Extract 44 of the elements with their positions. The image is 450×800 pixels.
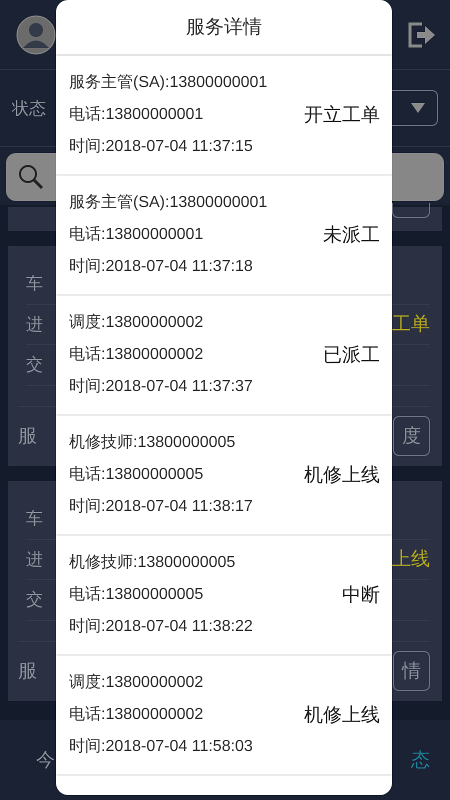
- record-time: 时间:2018-07-04 11:37:18: [69, 256, 254, 277]
- record-status: 已派工: [323, 343, 380, 368]
- service-label: 服: [18, 659, 37, 684]
- record-status: 中断: [342, 583, 380, 608]
- record-time: 时间:2018-07-04 11:58:03: [69, 736, 253, 757]
- record-role: 调度:13800000002: [69, 312, 204, 333]
- record-time: 时间:2018-07-04 11:38:22: [69, 616, 253, 637]
- plate-label: 车: [26, 273, 43, 296]
- record-status: 开立工单: [304, 103, 380, 128]
- card-action-button[interactable]: 度: [393, 416, 430, 456]
- record-role: 服务主管(SA):13800000001: [69, 192, 268, 213]
- card-action-button[interactable]: 情: [393, 651, 430, 692]
- dialog-title: 服务详情: [56, 0, 392, 56]
- record-phone: 电话:13800000005: [69, 464, 204, 485]
- record-phone: 电话:13800000005: [69, 584, 204, 605]
- record-phone: 电话:13800000002: [69, 704, 204, 725]
- record-status: 机修上线: [304, 463, 380, 488]
- delivery-label: 交: [26, 589, 43, 612]
- logout-icon[interactable]: [408, 22, 436, 48]
- record-phone: 电话:13800000002: [69, 344, 204, 365]
- record-role: 机修技师:13800000005: [69, 552, 236, 573]
- tab[interactable]: 今: [36, 747, 55, 773]
- record-status: 机修上线: [304, 703, 380, 728]
- arrival-label: 进: [26, 548, 43, 571]
- record-status: 未派工: [323, 223, 380, 248]
- search-icon: [18, 164, 44, 190]
- service-label: 服: [18, 424, 37, 450]
- record-phone: 电话:13800000001: [69, 224, 204, 245]
- status-label: 状态: [12, 98, 46, 120]
- order-status: 工单: [392, 312, 430, 338]
- avatar-icon[interactable]: [16, 14, 56, 54]
- record-role: 机修技师:13800000005: [69, 432, 236, 453]
- tab[interactable]: 态: [411, 747, 430, 773]
- record-time: 时间:2018-07-04 11:38:17: [69, 496, 253, 517]
- arrival-label: 进: [26, 314, 43, 336]
- record-role: 服务主管(SA):13800000001: [69, 72, 268, 93]
- record-phone: 电话:13800000001: [69, 104, 204, 125]
- plate-label: 车: [26, 508, 43, 530]
- record-time: 时间:2018-07-04 11:37:37: [69, 376, 253, 397]
- record-role: 调度:13800000002: [69, 672, 204, 693]
- delivery-label: 交: [26, 354, 43, 376]
- order-status: 上线: [392, 547, 430, 572]
- record-time: 时间:2018-07-04 11:37:15: [69, 136, 254, 157]
- dropdown-caret-icon: [411, 103, 425, 113]
